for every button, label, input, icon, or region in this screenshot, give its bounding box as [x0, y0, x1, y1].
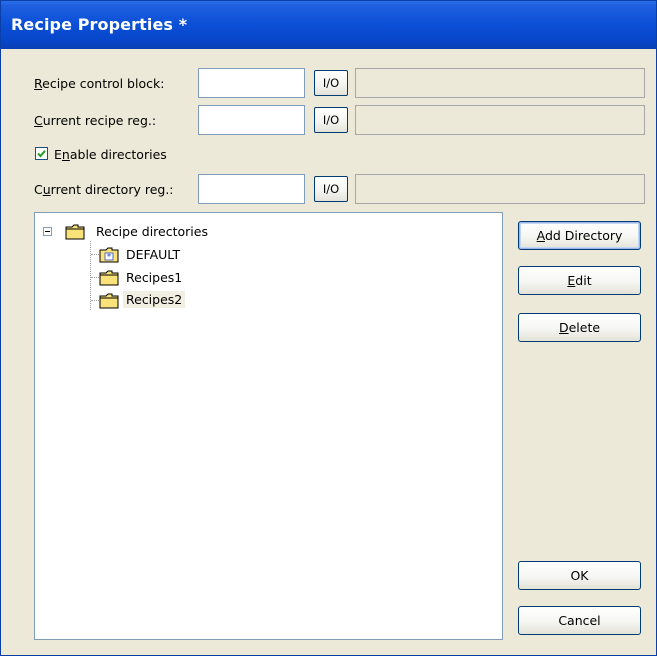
current-recipe-reg-display — [355, 105, 645, 135]
current-directory-reg-io-button[interactable]: I/O — [314, 176, 348, 202]
minus-box-icon[interactable] — [43, 227, 52, 236]
enable-directories-label[interactable]: Enable directories — [54, 147, 167, 162]
folder-icon — [99, 270, 119, 286]
delete-button[interactable]: Delete — [518, 313, 641, 342]
folder-icon — [65, 224, 85, 240]
tree-item-recipes2[interactable]: Recipes2 — [123, 291, 186, 308]
ok-button[interactable]: OK — [518, 561, 641, 590]
current-directory-reg-label: Current directory reg.: — [34, 182, 174, 197]
enable-directories-checkbox[interactable] — [35, 147, 48, 160]
tree-root-label[interactable]: Recipe directories — [96, 224, 208, 239]
current-directory-reg-input[interactable] — [198, 174, 305, 204]
current-recipe-reg-input[interactable] — [198, 105, 305, 135]
folder-star-icon: * — [99, 247, 119, 263]
tree-item-recipes1[interactable]: Recipes1 — [126, 270, 182, 285]
recipe-control-block-display — [355, 68, 645, 98]
recipe-control-block-input[interactable] — [198, 68, 305, 98]
tree-connector — [91, 277, 99, 278]
edit-button[interactable]: Edit — [518, 266, 641, 295]
folder-icon — [99, 293, 119, 309]
current-recipe-reg-label: Current recipe reg.: — [34, 113, 157, 128]
tree-connector — [91, 254, 99, 255]
recipe-directories-tree[interactable]: Recipe directories * DEFAULT Recipes1 Re… — [34, 212, 503, 640]
checkmark-icon — [37, 150, 46, 158]
current-recipe-reg-io-button[interactable]: I/O — [314, 107, 348, 133]
cancel-button[interactable]: Cancel — [518, 606, 641, 635]
svg-text:*: * — [107, 253, 112, 263]
add-directory-button[interactable]: Add Directory — [518, 221, 641, 250]
recipe-control-block-io-button[interactable]: I/O — [314, 70, 348, 96]
tree-connector — [91, 300, 99, 301]
current-directory-reg-display — [355, 174, 645, 204]
window-title: Recipe Properties * — [11, 15, 188, 34]
recipe-properties-dialog: Recipe Properties * Recipe control block… — [0, 0, 657, 656]
recipe-control-block-label: Recipe control block: — [34, 76, 165, 91]
tree-item-default[interactable]: DEFAULT — [126, 247, 180, 262]
title-bar[interactable]: Recipe Properties * — [1, 1, 656, 49]
